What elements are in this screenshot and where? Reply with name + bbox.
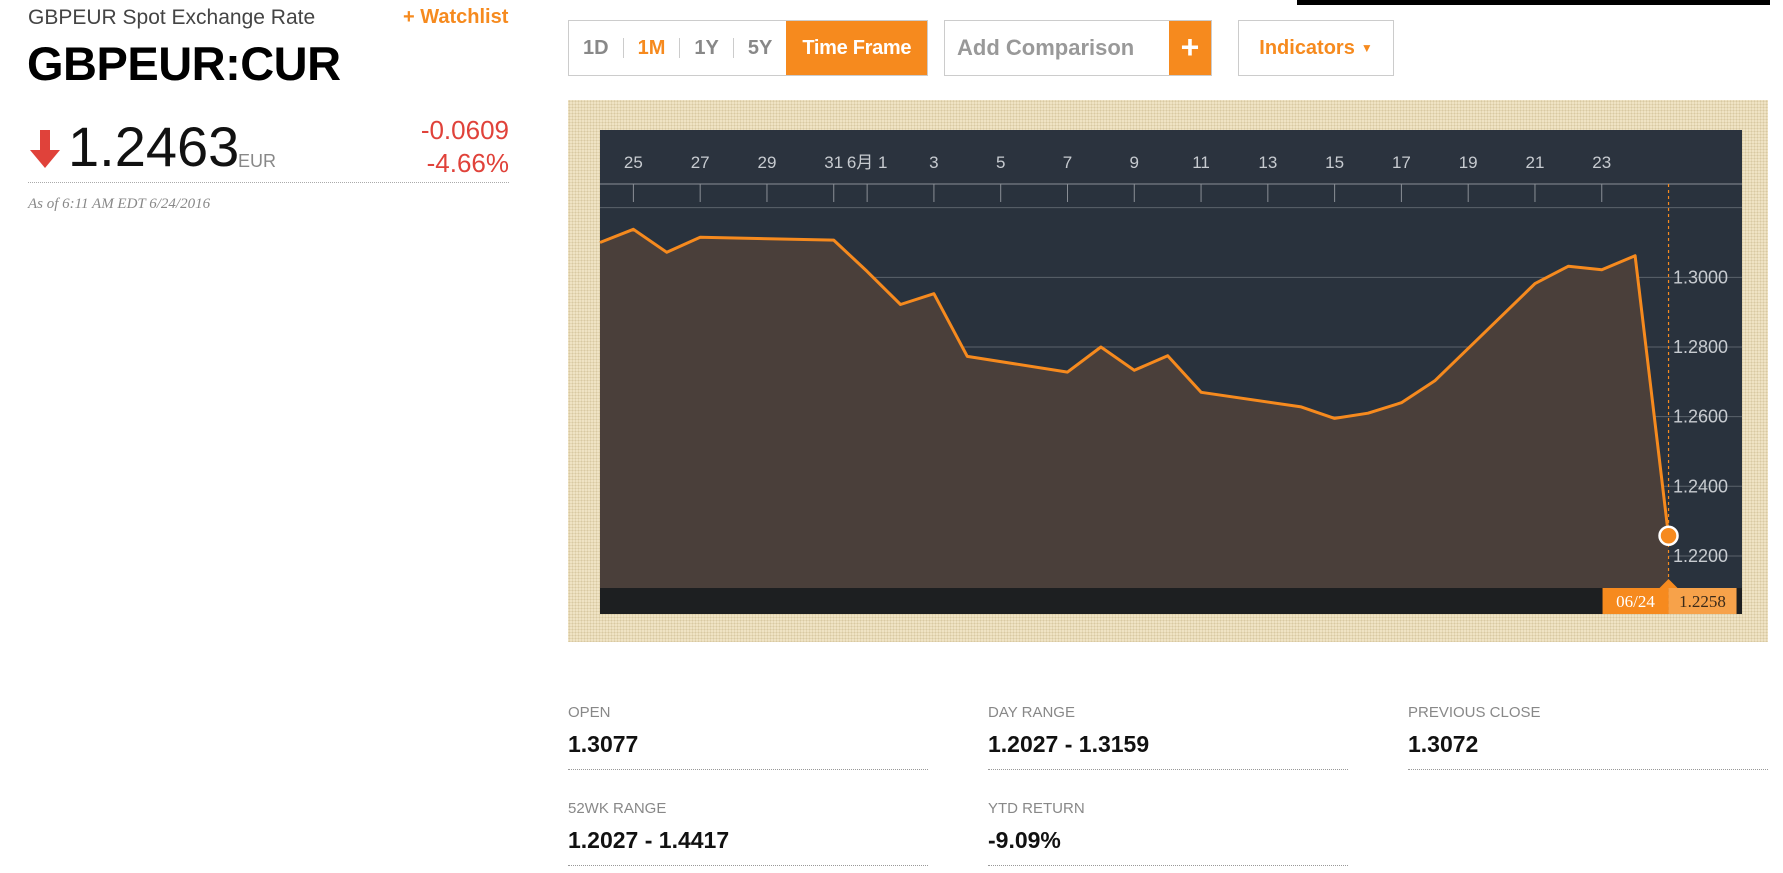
stat-label: PREVIOUS CLOSE [1408,704,1541,721]
ticker-symbol: GBPEUR:CUR [27,37,341,90]
last-price: 1.2463 [68,115,240,178]
y-tick-label: 1.2800 [1673,337,1728,357]
x-tick-label: 15 [1325,153,1344,172]
tooltip-value: 1.2258 [1679,592,1726,611]
x-tick-label: 9 [1130,153,1139,172]
timeframe-1m-button[interactable]: 1M [624,21,680,75]
hover-marker [1658,525,1679,547]
stat-previous-close: PREVIOUS CLOSE 1.3072 [1408,704,1768,770]
x-tick-label: 29 [757,153,776,172]
y-tick-label: 1.3000 [1673,267,1728,287]
stat-value: 1.3077 [568,731,639,757]
timeframe-selector: 1D 1M 1Y 5Y Time Frame [568,20,929,76]
stat-52wk-range: 52WK RANGE 1.2027 - 1.4417 [568,800,928,866]
add-comparison-button[interactable]: + [1169,21,1211,75]
timeframe-1y-button[interactable]: 1Y [680,21,732,75]
price-currency: EUR [238,151,277,171]
header-divider [28,182,509,183]
price-change-percent: -4.66% [426,148,509,178]
timeframe-5y-button[interactable]: 5Y [734,21,786,75]
stat-value: 1.2027 - 1.4417 [568,827,730,853]
x-tick-label: 25 [624,153,643,172]
x-tick-label: 11 [1192,153,1210,172]
x-tick-label: 6月 1 [847,153,888,172]
stat-divider [568,769,928,770]
x-tick-label: 13 [1258,153,1277,172]
x-tick-label: 17 [1392,153,1411,172]
stat-label: DAY RANGE [988,704,1075,721]
stat-divider [568,865,928,866]
top-black-bar [1297,0,1770,5]
time-frame-button[interactable]: Time Frame [786,21,928,75]
caret-down-icon: ▼ [1360,41,1373,55]
tooltip-date: 06/24 [1616,592,1655,611]
security-name: GBPEUR Spot Exchange Rate [28,6,316,29]
comparison-box: + [944,20,1212,76]
stat-open: OPEN 1.3077 [568,704,928,770]
price-chart[interactable]: 25 27 29 31 6月 1 3 5 7 9 11 13 15 17 19 21 23 1.3000 1.2… [568,100,1768,642]
watchlist-button[interactable]: + Watchlist [403,6,508,29]
add-comparison-input[interactable] [945,21,1169,75]
indicators-button[interactable]: Indicators ▼ [1238,20,1394,76]
x-tick-label: 7 [1063,153,1072,172]
stat-value: -9.09% [988,827,1061,853]
as-of-timestamp: As of 6:11 AM EDT 6/24/2016 [28,196,211,212]
chart-frame: 25 27 29 31 6月 1 3 5 7 9 11 13 15 17 19 21 23 1.3000 1.2… [568,100,1768,642]
stat-divider [988,865,1348,866]
x-tick-label: 23 [1592,153,1611,172]
stat-ytd-return: YTD RETURN -9.09% [988,800,1348,866]
stat-value: 1.2027 - 1.3159 [988,731,1150,757]
x-tick-label: 31 [824,153,843,172]
y-tick-label: 1.2200 [1673,546,1728,566]
stat-divider [988,769,1348,770]
x-tick-label: 3 [929,153,938,172]
stat-value: 1.3072 [1408,731,1479,757]
stat-label: 52WK RANGE [568,800,667,817]
y-tick-label: 1.2400 [1673,476,1728,496]
timeframe-1d-button[interactable]: 1D [569,21,623,75]
stat-divider [1408,769,1768,770]
stat-day-range: DAY RANGE 1.2027 - 1.3159 [988,704,1348,770]
stat-label: OPEN [568,704,611,721]
bottom-navigator-bar [600,588,1742,614]
x-tick-label: 5 [996,153,1005,172]
stat-label: YTD RETURN [988,800,1085,817]
down-arrow-icon [30,130,60,168]
x-tick-label: 19 [1459,153,1478,172]
x-tick-label: 21 [1526,153,1545,172]
y-tick-label: 1.2600 [1673,407,1728,427]
x-tick-label: 27 [691,153,710,172]
price-change: -0.0609 [420,115,509,145]
indicators-label: Indicators [1259,37,1355,59]
